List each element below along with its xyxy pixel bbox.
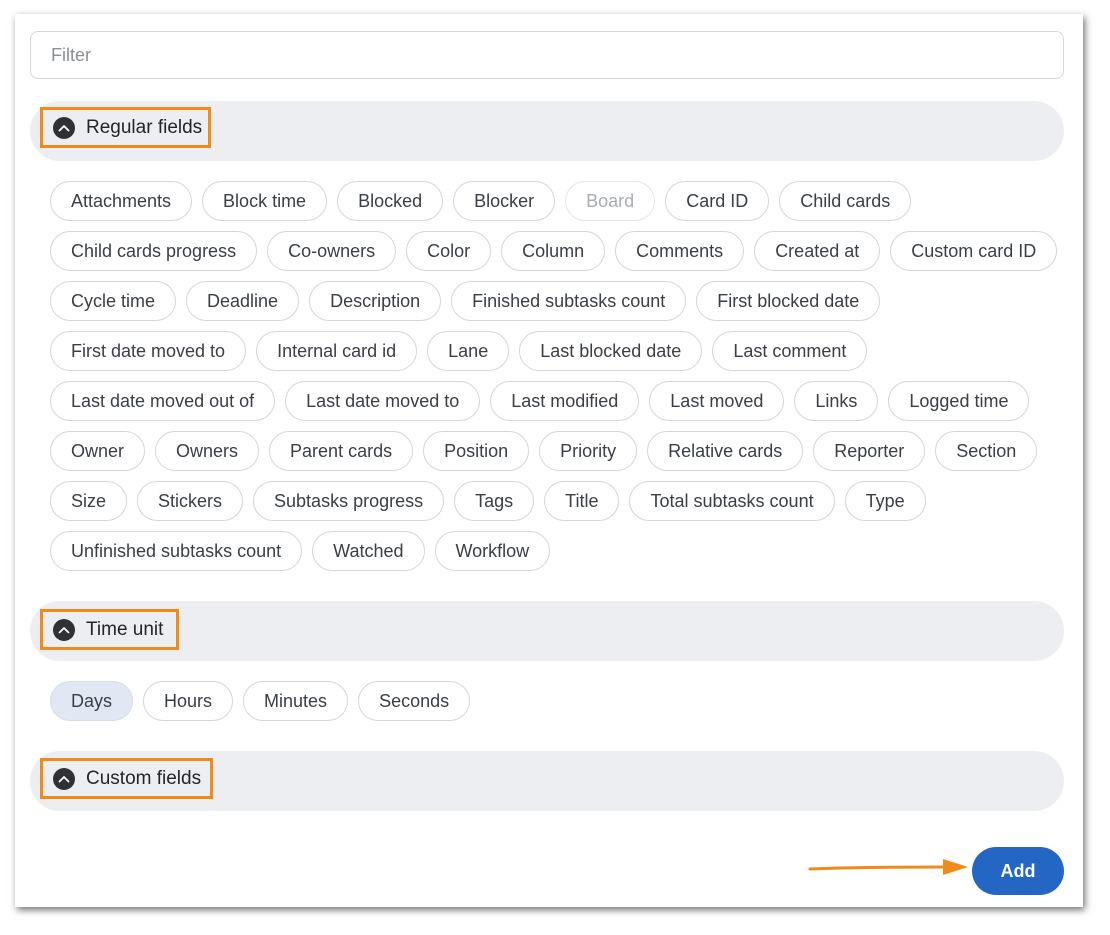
regular-fields-toggle[interactable]: Regular fields: [40, 107, 211, 148]
field-chip-lane[interactable]: Lane: [427, 331, 510, 371]
time-unit-chip-days[interactable]: Days: [50, 681, 134, 721]
regular-fields-list: Attachments Block time Blocked Blocker Board…: [50, 181, 1060, 571]
field-chip-unfinished-subtasks-count[interactable]: Unfinished subtasks count: [50, 531, 303, 571]
time-unit-toggle[interactable]: Time unit: [40, 609, 179, 650]
field-chip-created-at[interactable]: Created at: [754, 231, 881, 271]
chevron-up-icon: [53, 767, 75, 790]
field-chip-custom-card-id[interactable]: Custom card ID: [890, 231, 1058, 271]
filter-input[interactable]: [30, 31, 1064, 79]
field-chip-logged-time[interactable]: Logged time: [888, 381, 1030, 421]
field-chip-internal-card-id[interactable]: Internal card id: [256, 331, 418, 371]
field-chip-workflow[interactable]: Workflow: [434, 531, 551, 571]
field-chip-owners[interactable]: Owners: [155, 431, 260, 471]
field-chip-reporter[interactable]: Reporter: [813, 431, 926, 471]
field-chip-comments[interactable]: Comments: [615, 231, 745, 271]
field-chip-deadline[interactable]: Deadline: [186, 281, 300, 321]
field-chip-last-moved[interactable]: Last moved: [649, 381, 785, 421]
add-button[interactable]: Add: [972, 847, 1064, 895]
field-chip-co-owners[interactable]: Co-owners: [267, 231, 397, 271]
field-chip-color[interactable]: Color: [406, 231, 492, 271]
custom-fields-toggle[interactable]: Custom fields: [40, 758, 213, 799]
chevron-up-icon: [53, 116, 75, 139]
field-chip-first-date-moved-to[interactable]: First date moved to: [50, 331, 247, 371]
field-chip-watched[interactable]: Watched: [312, 531, 425, 571]
time-unit-chip-hours[interactable]: Hours: [143, 681, 234, 721]
field-chip-last-modified[interactable]: Last modified: [490, 381, 640, 421]
add-fields-panel: Regular fields AttachmentsBlock timeBloc…: [15, 14, 1083, 907]
field-chip-board: Board: [565, 181, 656, 221]
section-title: Regular fields: [86, 116, 203, 138]
time-unit-header[interactable]: [30, 601, 1064, 661]
field-chip-position[interactable]: Position: [423, 431, 530, 471]
field-chip-size[interactable]: Size: [50, 481, 128, 521]
field-chip-subtasks-progress[interactable]: Subtasks progress: [253, 481, 445, 521]
field-chip-column[interactable]: Column: [501, 231, 606, 271]
field-chip-priority[interactable]: Priority: [539, 431, 638, 471]
field-chip-child-cards-progress[interactable]: Child cards progress: [50, 231, 258, 271]
chevron-up-icon: [53, 618, 75, 641]
field-chip-links[interactable]: Links: [794, 381, 879, 421]
field-chip-child-cards[interactable]: Child cards: [779, 181, 912, 221]
field-chip-finished-subtasks-count[interactable]: Finished subtasks count: [451, 281, 687, 321]
field-chip-last-date-moved-to[interactable]: Last date moved to: [285, 381, 481, 421]
field-chip-blocked[interactable]: Blocked: [337, 181, 444, 221]
time-unit-options: Days Hours Minutes Seconds: [50, 681, 1060, 721]
field-chip-tags[interactable]: Tags: [454, 481, 535, 521]
arrow-right-icon: [808, 859, 968, 875]
field-chip-type[interactable]: Type: [844, 481, 926, 521]
field-chip-attachments[interactable]: Attachments: [50, 181, 193, 221]
section-title: Custom fields: [86, 767, 202, 789]
field-chip-section[interactable]: Section: [935, 431, 1038, 471]
field-chip-owner[interactable]: Owner: [50, 431, 146, 471]
field-chip-description[interactable]: Description: [309, 281, 442, 321]
section-title: Time unit: [86, 618, 164, 640]
field-chip-parent-cards[interactable]: Parent cards: [269, 431, 414, 471]
field-chip-cycle-time[interactable]: Cycle time: [50, 281, 177, 321]
field-chip-first-blocked-date[interactable]: First blocked date: [696, 281, 881, 321]
time-unit-chip-seconds[interactable]: Seconds: [358, 681, 471, 721]
field-chip-title[interactable]: Title: [544, 481, 620, 521]
field-chip-last-blocked-date[interactable]: Last blocked date: [519, 331, 703, 371]
field-chip-block-time[interactable]: Block time: [202, 181, 328, 221]
field-chip-last-comment[interactable]: Last comment: [712, 331, 868, 371]
field-chip-card-id[interactable]: Card ID: [665, 181, 770, 221]
field-chip-total-subtasks-count[interactable]: Total subtasks count: [629, 481, 835, 521]
field-chip-relative-cards[interactable]: Relative cards: [647, 431, 804, 471]
field-chip-blocker[interactable]: Blocker: [453, 181, 556, 221]
field-chip-last-date-moved-out-of[interactable]: Last date moved out of: [50, 381, 276, 421]
field-chip-stickers[interactable]: Stickers: [137, 481, 244, 521]
time-unit-chip-minutes[interactable]: Minutes: [243, 681, 349, 721]
